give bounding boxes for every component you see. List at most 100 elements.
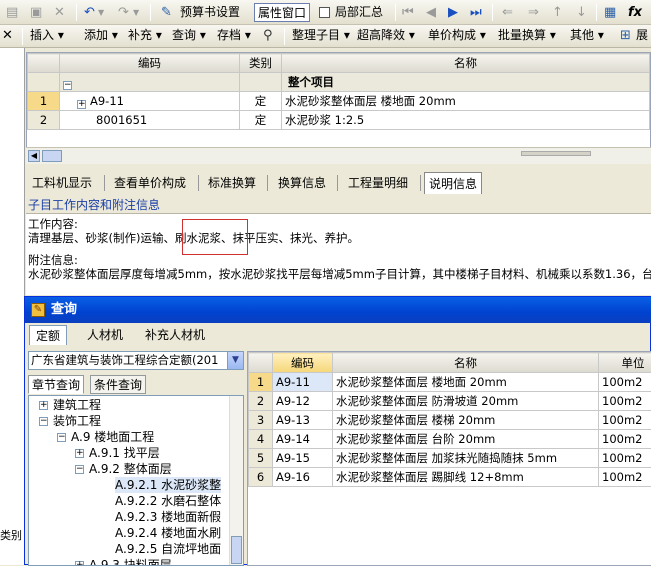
scroll-thumb[interactable] xyxy=(231,536,242,564)
tree-node[interactable]: A.9.2.5 自流坪地面 xyxy=(115,541,221,557)
expand-icon[interactable]: + xyxy=(77,100,86,109)
last-icon[interactable]: ⏭ xyxy=(470,3,482,22)
unit-price-button[interactable]: 单价构成 ▾ xyxy=(428,26,486,45)
organize-sub-button[interactable]: 整理子目 ▾ xyxy=(292,26,350,45)
tree-node[interactable]: A.9.2.2 水磨石整体 xyxy=(115,493,221,509)
tab-materials[interactable]: 工料机显示 xyxy=(28,172,96,194)
tab-labor-materials[interactable]: 人材机 xyxy=(81,325,129,345)
tree-node[interactable]: A.9.2.3 楼地面新假 xyxy=(115,509,221,525)
other-button[interactable]: 其他 ▾ xyxy=(570,26,604,45)
calculator-icon[interactable]: ▦ xyxy=(604,3,616,22)
binoculars-icon[interactable]: ⚲ xyxy=(263,26,273,45)
tab-condition-query[interactable]: 条件查询 xyxy=(90,375,146,394)
tree-scrollbar[interactable] xyxy=(229,396,243,566)
add-button[interactable]: 添加 ▾ xyxy=(84,26,118,45)
header-name[interactable]: 名称 xyxy=(282,54,650,73)
insert-button[interactable]: 插入 ▾ xyxy=(30,26,64,45)
archive-button[interactable]: 存档 ▾ xyxy=(217,26,251,45)
table-row[interactable]: 3 A9-13 水泥砂浆整体面层 楼梯 20mm 100m2 xyxy=(249,411,651,430)
app-icon: ✎ xyxy=(31,303,45,317)
group-row-label: 整个项目 xyxy=(282,73,650,92)
table-row[interactable]: 1 A9-11 水泥砂浆整体面层 楼地面 20mm 100m2 xyxy=(249,373,651,392)
collapse-icon[interactable]: − xyxy=(39,417,48,426)
edit-icon: ✎ xyxy=(161,3,172,22)
left-panel xyxy=(0,48,25,565)
query-window: ✎ 查询 定额 人材机 补充人材机 广东省建筑与装饰工程综合定额(201 ▼ 章… xyxy=(24,296,651,565)
tab-convert-info[interactable]: 换算信息 xyxy=(274,172,330,194)
tree-node[interactable]: 装饰工程 xyxy=(53,413,101,429)
scroll-left-icon[interactable]: ◀ xyxy=(28,150,40,162)
chevron-down-icon[interactable]: ▼ xyxy=(98,3,104,22)
tree-node[interactable]: A.9.2 整体面层 xyxy=(89,461,172,477)
tree-node[interactable]: A.9.1 找平层 xyxy=(89,445,160,461)
expand-button[interactable]: 展 xyxy=(636,26,648,45)
table-row[interactable]: 6 A9-16 水泥砂浆整体面层 踢脚线 12+8mm 100m2 xyxy=(249,468,651,487)
tab-quantity-detail[interactable]: 工程量明细 xyxy=(344,172,412,194)
query-tabs: 定额 人材机 补充人材机 xyxy=(25,324,651,346)
collapse-icon[interactable]: − xyxy=(75,465,84,474)
chevron-down-icon[interactable]: ▼ xyxy=(227,352,243,369)
undo-icon[interactable]: ↶ xyxy=(84,3,95,22)
table-row[interactable]: 5 A9-15 水泥砂浆整体面层 加浆抹光随捣随抹 5mm 100m2 xyxy=(249,449,651,468)
header-code[interactable]: 编码 xyxy=(273,353,333,373)
splitter-handle[interactable] xyxy=(521,151,591,156)
quota-library-select[interactable]: 广东省建筑与装饰工程综合定额(201 ▼ xyxy=(28,351,244,370)
expand-icon[interactable]: + xyxy=(75,449,84,458)
formula-icon[interactable]: fx xyxy=(628,3,642,22)
header-name[interactable]: 名称 xyxy=(333,353,599,373)
table-row[interactable]: 2 A9-12 水泥砂浆整体面层 防滑坡道 20mm 100m2 xyxy=(249,392,651,411)
table-row[interactable]: 2 8001651 定 水泥砂浆 1:2.5 xyxy=(28,111,650,130)
table-row[interactable]: 4 A9-14 水泥砂浆整体面层 台阶 20mm 100m2 xyxy=(249,430,651,449)
arrow-down-icon[interactable]: ↓ xyxy=(576,3,587,22)
scroll-thumb[interactable] xyxy=(42,150,62,162)
highlight-box xyxy=(182,219,248,255)
paste-icon[interactable]: ▤ xyxy=(6,3,18,22)
tab-quota[interactable]: 定额 xyxy=(29,325,67,345)
expand-icon[interactable]: + xyxy=(39,401,48,410)
arrow-up-icon[interactable]: ↑ xyxy=(552,3,563,22)
tab-supplement-materials[interactable]: 补充人材机 xyxy=(139,325,211,345)
tab-unit-price[interactable]: 查看单价构成 xyxy=(110,172,190,194)
arrow-left-icon[interactable]: ⇐ xyxy=(502,3,513,22)
description-panel: 工作内容: 清理基层、砂浆(制作)运输、刷水泥浆、抹平压实、抹光、养护。 附注信… xyxy=(26,213,651,295)
table-row[interactable]: 1 +A9-11 定 水泥砂浆整体面层 楼地面 20mm xyxy=(28,92,650,111)
clipboard-icon[interactable]: ▣ xyxy=(30,3,42,22)
horizontal-scrollbar[interactable]: ◀ xyxy=(26,147,651,164)
budget-settings-button[interactable]: 预算书设置 xyxy=(180,3,240,22)
collapse-icon[interactable]: − xyxy=(63,81,72,90)
arrow-right-icon[interactable]: ⇒ xyxy=(528,3,539,22)
redo-icon[interactable]: ↷ xyxy=(118,3,129,22)
local-summary-label: 局部汇总 xyxy=(335,3,383,22)
tab-chapter-query[interactable]: 章节查询 xyxy=(28,375,84,394)
chevron-down-icon[interactable]: ▼ xyxy=(133,3,139,22)
main-toolbar: ▤ ▣ ✕ ↶ ▼ ↷ ▼ ✎ 预算书设置 属性窗口 局部汇总 ⏮ ◀ ▶ ⏭ … xyxy=(0,0,651,25)
tree-node[interactable]: A.9 楼地面工程 xyxy=(71,429,154,445)
next-icon[interactable]: ▶ xyxy=(448,3,458,22)
query-title-bar[interactable]: ✎ 查询 xyxy=(25,297,651,323)
detail-tabs: 工料机显示 查看单价构成 标准换算 换算信息 工程量明细 说明信息 xyxy=(26,172,651,194)
query-button[interactable]: 查询 ▾ xyxy=(172,26,206,45)
tree-node[interactable]: 建筑工程 xyxy=(53,397,101,413)
header-unit[interactable]: 单位 xyxy=(599,353,651,373)
supplement-button[interactable]: 补充 ▾ xyxy=(128,26,162,45)
chapter-tree: + 建筑工程 − 装饰工程 − A.9 楼地面工程 + A.9.1 找平层 − … xyxy=(28,395,244,566)
delete-icon[interactable]: ✕ xyxy=(54,3,65,22)
quota-grid: 编码 名称 单位 1 A9-11 水泥砂浆整体面层 楼地面 20mm 100m2… xyxy=(247,351,651,566)
collapse-icon[interactable]: − xyxy=(57,433,66,442)
close-icon[interactable]: ✕ xyxy=(2,26,13,45)
batch-convert-button[interactable]: 批量换算 ▾ xyxy=(498,26,556,45)
tab-description[interactable]: 说明信息 xyxy=(424,172,482,194)
tree-node[interactable]: A.9.2.4 楼地面水刷 xyxy=(115,525,221,541)
expand-icon[interactable]: + xyxy=(75,561,84,566)
super-height-button[interactable]: 超高降效 ▾ xyxy=(357,26,415,45)
expand-icon[interactable]: ⊞ xyxy=(620,26,631,45)
prev-icon[interactable]: ◀ xyxy=(426,3,436,22)
header-code[interactable]: 编码 xyxy=(60,54,240,73)
tab-standard-convert[interactable]: 标准换算 xyxy=(204,172,260,194)
local-summary-checkbox[interactable] xyxy=(319,7,330,18)
tree-node[interactable]: A.9.2.1 水泥砂浆整 xyxy=(115,477,221,493)
header-type[interactable]: 类别 xyxy=(240,54,282,73)
property-window-button[interactable]: 属性窗口 xyxy=(254,3,310,22)
first-icon[interactable]: ⏮ xyxy=(402,3,414,22)
left-label: 类别 xyxy=(0,527,22,543)
